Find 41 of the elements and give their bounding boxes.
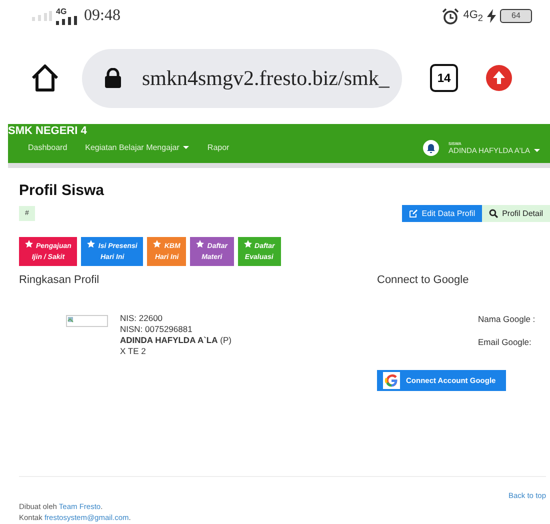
profile-detail: ADINDA HAFYLDA A`LA (P) bbox=[120, 335, 232, 346]
google-field-label: Email Google: bbox=[478, 337, 532, 347]
nav-link[interactable]: Dashboard bbox=[28, 143, 68, 152]
tab-count-button[interactable]: 14 bbox=[430, 64, 458, 92]
caret-icon bbox=[183, 146, 190, 150]
profile-detail: X TE 2 bbox=[120, 346, 147, 357]
profile-detail-button[interactable]: Profil Detail bbox=[482, 205, 550, 222]
profile-detail: NIS: 22600 bbox=[120, 313, 164, 324]
profile-detail: NISN: 0075296881 bbox=[120, 324, 194, 335]
search-icon bbox=[489, 209, 498, 218]
bell-icon[interactable] bbox=[422, 140, 439, 156]
upload-icon[interactable] bbox=[486, 65, 512, 91]
edit-profile-button[interactable]: Edit Data Profil bbox=[402, 205, 482, 222]
site-brand[interactable]: SMK NEGERI 4 bbox=[8, 124, 230, 137]
star-icon bbox=[87, 240, 96, 248]
page-title: Profil Siswa bbox=[19, 182, 106, 199]
star-icon bbox=[25, 240, 33, 248]
address-bar[interactable]: smkn4smgv2.fresto.biz/smk_ bbox=[82, 48, 402, 108]
section-heading: Connect to Google bbox=[377, 274, 469, 286]
caret-icon bbox=[534, 149, 540, 152]
broken-image-icon bbox=[66, 315, 108, 327]
signal-icon bbox=[30, 11, 52, 21]
charging-icon bbox=[487, 9, 496, 23]
edit-icon bbox=[408, 209, 418, 218]
star-icon bbox=[153, 240, 162, 248]
section-heading: Ringkasan Profil bbox=[19, 274, 100, 286]
network-type: 4G$_{2}$ bbox=[463, 8, 483, 24]
lock-icon bbox=[104, 68, 122, 88]
home-icon[interactable] bbox=[30, 64, 60, 92]
google-field-label: Nama Google : bbox=[478, 314, 536, 324]
star-icon bbox=[244, 240, 252, 248]
google-g-icon bbox=[383, 372, 400, 389]
nav-link[interactable]: Kegiatan Belajar Mengajar bbox=[85, 143, 190, 152]
clock-time: 09:48 bbox=[84, 7, 120, 25]
nav-link[interactable]: Rapor bbox=[207, 143, 230, 152]
battery-indicator: 64 bbox=[500, 9, 532, 23]
url-text: smkn4smgv2.fresto.biz/smk_ bbox=[142, 66, 390, 90]
network-type: 4G bbox=[56, 8, 67, 16]
star-icon bbox=[196, 240, 204, 248]
signal-icon bbox=[56, 16, 78, 24]
alarm-icon bbox=[442, 8, 460, 24]
